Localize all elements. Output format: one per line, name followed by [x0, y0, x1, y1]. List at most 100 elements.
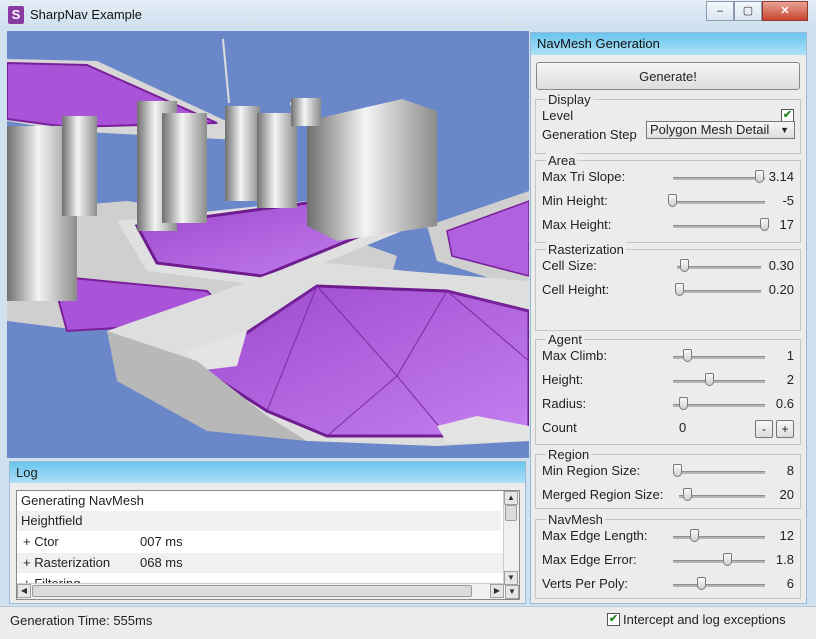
count-increment-button[interactable]: + [776, 420, 794, 438]
count-value: 0 [679, 420, 687, 435]
intercept-exceptions-checkbox[interactable]: ✔ [607, 613, 620, 626]
merged-region-size-slider[interactable] [679, 488, 765, 501]
pillar-4 [162, 113, 207, 223]
max-height-slider[interactable] [673, 218, 769, 231]
generate-button[interactable]: Generate! [536, 62, 800, 90]
group-area: Area Max Tri Slope: 3.14 Min Height: -5 … [535, 153, 801, 243]
slider-thumb[interactable] [682, 488, 692, 501]
log-line: + Ctor 007 ms [23, 534, 183, 549]
group-title-rasterization: Rasterization [546, 242, 626, 257]
minimize-button[interactable]: – [706, 1, 734, 21]
min-region-size-slider[interactable] [672, 464, 765, 477]
cell-height-slider[interactable] [675, 283, 761, 296]
max-edge-length-slider[interactable] [673, 529, 765, 542]
min-height-value: -5 [782, 193, 794, 208]
slider-thumb[interactable] [690, 529, 700, 542]
slider-thumb[interactable] [672, 464, 682, 477]
window-title: SharpNav Example [30, 7, 142, 22]
verts-per-poly-slider[interactable] [673, 577, 765, 590]
radius-value: 0.6 [775, 396, 794, 411]
log-horizontal-scrollbar[interactable]: ◀ ▶ [17, 583, 504, 599]
count-label: Count [542, 420, 577, 435]
log-vertical-scrollbar[interactable]: ▲ ▼ [503, 491, 519, 585]
radius-slider[interactable] [673, 397, 765, 410]
scroll-up-icon[interactable]: ▲ [504, 491, 518, 505]
height-slider[interactable] [673, 373, 765, 386]
group-display: Display Level ✔ Generation Step Polygon … [535, 92, 801, 154]
slider-thumb[interactable] [755, 170, 765, 183]
slider-thumb[interactable] [680, 259, 690, 272]
cell-size-value: 0.30 [768, 258, 794, 273]
count-decrement-button[interactable]: - [755, 420, 773, 438]
log-panel: Log Generating NavMesh Heightfield + Cto… [9, 461, 526, 604]
scroll-thumb[interactable] [505, 505, 517, 521]
merged-region-size-value: 20 [779, 487, 794, 502]
merged-region-size-label: Merged Region Size: [542, 487, 664, 502]
slider-thumb[interactable] [760, 218, 769, 231]
max-climb-label: Max Climb: [542, 348, 608, 363]
panel-title: NavMesh Generation [531, 33, 806, 55]
height-value: 2 [786, 372, 794, 387]
cell-size-label: Cell Size: [542, 258, 597, 273]
generation-time: Generation Time: 555ms [10, 613, 153, 628]
max-edge-error-slider[interactable] [673, 553, 765, 566]
log-title: Log [10, 462, 525, 483]
max-climb-value: 1 [786, 348, 794, 363]
group-title-region: Region [546, 447, 592, 462]
height-label: Height: [542, 372, 584, 387]
app-icon: S [8, 6, 24, 24]
cell-size-slider[interactable] [677, 259, 761, 272]
scroll-left-icon[interactable]: ◀ [17, 584, 31, 598]
scroll-right-icon[interactable]: ▶ [490, 584, 504, 598]
log-list[interactable]: Generating NavMesh Heightfield + Ctor 007… [16, 490, 520, 600]
status-bar: Generation Time: 555ms ✔ Intercept and l… [0, 606, 816, 639]
max-edge-length-value: 12 [779, 528, 794, 543]
tower-cylinder [291, 98, 321, 126]
tower-block [307, 99, 437, 241]
group-region: Region Min Region Size: 8 Merged Region … [535, 447, 801, 509]
scroll-down-icon[interactable]: ▼ [504, 571, 518, 585]
close-button[interactable]: ✕ [762, 1, 808, 21]
min-region-size-value: 8 [786, 463, 794, 478]
slider-thumb[interactable] [723, 553, 733, 566]
log-line: + Rasterization 068 ms [17, 553, 503, 573]
cell-height-value: 0.20 [768, 282, 794, 297]
group-title-agent: Agent [546, 332, 584, 347]
max-climb-slider[interactable] [673, 349, 765, 362]
slider-thumb[interactable] [675, 283, 685, 296]
group-navmesh: NavMesh Max Edge Length: 12 Max Edge Err… [535, 512, 801, 599]
slider-thumb[interactable] [697, 577, 707, 590]
min-height-label: Min Height: [542, 193, 608, 208]
max-edge-error-label: Max Edge Error: [542, 552, 637, 567]
group-title-navmesh: NavMesh [546, 512, 605, 527]
group-title-display: Display [546, 92, 593, 107]
scroll-thumb[interactable] [32, 585, 472, 597]
log-line: Generating NavMesh [21, 493, 144, 508]
generation-step-label: Generation Step [542, 127, 637, 142]
window-controls: – ▢ ✕ [706, 1, 808, 21]
intercept-exceptions-label: Intercept and log exceptions [623, 612, 786, 627]
verts-per-poly-value: 6 [786, 576, 794, 591]
navmesh-scene [7, 31, 529, 458]
slider-thumb[interactable] [668, 194, 677, 207]
navmesh-generation-panel: NavMesh Generation Generate! Display Lev… [530, 32, 807, 604]
generation-step-value: Polygon Mesh Detail [650, 122, 770, 137]
scroll-down-icon[interactable]: ▼ [505, 585, 519, 599]
maximize-button[interactable]: ▢ [734, 1, 762, 21]
max-tri-slope-slider[interactable] [673, 170, 765, 183]
log-line: Heightfield [17, 511, 501, 531]
3d-viewport[interactable] [7, 31, 529, 458]
check-icon: ✔ [608, 613, 619, 625]
pillar-6 [257, 113, 297, 208]
radius-label: Radius: [542, 396, 587, 411]
slider-thumb[interactable] [682, 349, 692, 362]
check-icon: ✔ [782, 109, 793, 121]
max-height-label: Max Height: [542, 217, 612, 232]
verts-per-poly-label: Verts Per Poly: [542, 576, 628, 591]
min-height-slider[interactable] [668, 194, 765, 207]
slider-thumb[interactable] [704, 373, 714, 386]
group-title-area: Area [546, 153, 578, 168]
generation-step-dropdown[interactable]: Polygon Mesh Detail ▼ [646, 121, 795, 139]
pillar-5 [225, 106, 260, 201]
slider-thumb[interactable] [679, 397, 689, 410]
